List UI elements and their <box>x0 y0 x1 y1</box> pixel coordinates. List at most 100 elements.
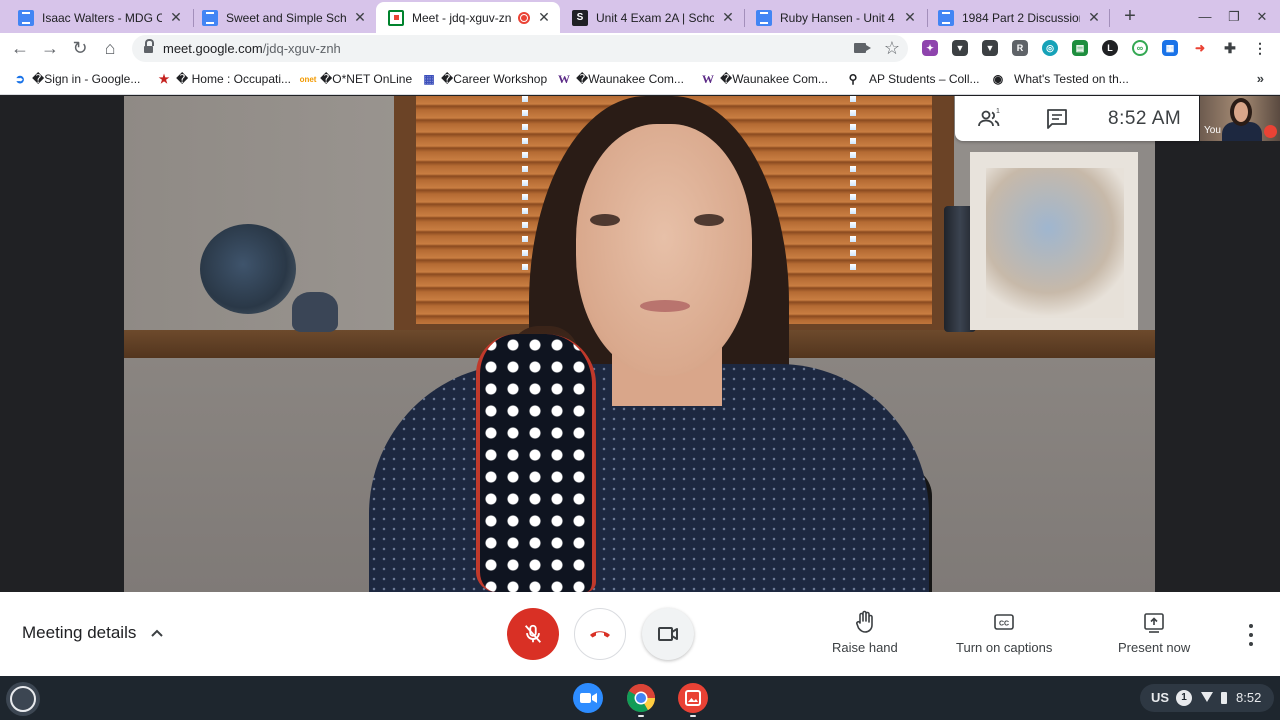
close-icon[interactable]: ✕ <box>352 9 368 26</box>
raise-hand-button[interactable]: Raise hand <box>832 610 898 662</box>
participant-video[interactable] <box>124 96 1155 592</box>
captions-icon: CC <box>994 614 1014 630</box>
back-icon[interactable]: ← <box>8 36 32 60</box>
bookmarks-overflow-button[interactable]: » <box>1257 71 1264 86</box>
bookmark-item[interactable]: ◉ What's Tested on th... <box>990 70 1129 88</box>
w-icon: W <box>558 71 570 86</box>
extension-globe-icon[interactable]: ◎ <box>1042 40 1058 56</box>
lock-icon <box>144 39 154 54</box>
tab-strip: Isaac Walters - MDG Outl ✕ Sweet and Sim… <box>0 0 1280 33</box>
close-icon[interactable]: ✕ <box>902 9 918 26</box>
bookmark-label: What's Tested on th... <box>1014 72 1129 86</box>
bookmark-item[interactable]: ⚲ AP Students – Coll... <box>845 70 980 88</box>
acorn-icon: ⚲ <box>848 72 858 86</box>
docs-icon <box>202 9 218 26</box>
self-view-label: You <box>1204 125 1221 136</box>
notification-count-badge: 1 <box>1176 690 1192 706</box>
present-now-button[interactable]: Present now <box>1118 610 1190 662</box>
mic-off-icon <box>524 624 542 643</box>
self-view-tile[interactable]: You <box>1200 96 1280 141</box>
extension-puzzle-purple-icon[interactable]: ✦ <box>922 40 938 56</box>
tab-isaac-walters[interactable]: Isaac Walters - MDG Outl ✕ <box>6 2 192 33</box>
bookmark-label: �Sign in - Google... <box>32 72 141 86</box>
tab-ruby-hansen[interactable]: Ruby Hansen - Unit 4 Ex ✕ <box>744 2 926 33</box>
video-person-eye <box>694 214 724 226</box>
meeting-details-button[interactable]: Meeting details <box>22 623 136 643</box>
extension-shield-2-icon[interactable]: ▼ <box>982 40 998 56</box>
video-camera-icon <box>658 627 678 641</box>
close-icon[interactable]: ✕ <box>168 9 184 26</box>
tab-1984-discussion[interactable]: 1984 Part 2 Discussion ✕ <box>926 2 1110 33</box>
video-person-scarf <box>476 334 596 592</box>
extension-cast-icon[interactable]: ▤ <box>1072 40 1088 56</box>
gallery-icon[interactable] <box>678 683 708 713</box>
forward-icon[interactable]: → <box>38 36 62 60</box>
status-tray[interactable]: US 1 8:52 <box>1140 684 1274 712</box>
tab-meet[interactable]: Meet - jdq-xguv-znh ✕ <box>376 2 560 33</box>
bookmark-label: �Waunakee Com... <box>576 72 684 86</box>
zoom-icon[interactable] <box>573 683 603 713</box>
bookmark-item[interactable]: ➲ �Sign in - Google... <box>12 70 140 88</box>
tab-unit4-exam[interactable]: S Unit 4 Exam 2A | School ✕ <box>560 2 744 33</box>
bookmark-item[interactable]: ▦ �Career Workshop <box>421 70 547 88</box>
video-light-streak <box>522 96 528 276</box>
running-indicator <box>690 715 696 717</box>
leave-call-button[interactable] <box>574 608 626 660</box>
bookmark-item[interactable]: ★ � Home : Occupati... <box>156 70 291 88</box>
close-icon[interactable]: ✕ <box>536 9 552 26</box>
restore-icon[interactable]: ❐ <box>1222 6 1246 28</box>
meeting-control-bar: Meeting details Raise hand CC Turn on ca… <box>0 592 1280 676</box>
extension-shield-icon[interactable]: ▼ <box>952 40 968 56</box>
extension-read-icon[interactable]: ▦ <box>1162 40 1178 56</box>
battery-icon <box>1221 692 1227 704</box>
captions-button[interactable]: CC Turn on captions <box>956 610 1052 662</box>
svg-text:CC: CC <box>999 621 1009 628</box>
tab-sweet-and-simple[interactable]: Sweet and Simple Schol ✕ <box>190 2 376 33</box>
new-tab-button[interactable]: + <box>1118 5 1142 29</box>
close-window-icon[interactable]: ✕ <box>1250 6 1274 28</box>
wifi-icon <box>1201 692 1213 702</box>
participants-icon[interactable]: 1 <box>977 107 1001 131</box>
bookmark-item[interactable]: W �Waunakee Com... <box>700 70 828 88</box>
video-poster-art <box>986 168 1124 318</box>
bookmark-item[interactable]: onet �O*NET OnLine <box>300 70 413 88</box>
extension-lp-icon[interactable]: L <box>1102 40 1118 56</box>
chat-icon[interactable] <box>1045 107 1069 131</box>
home-icon[interactable]: ⌂ <box>98 36 122 60</box>
captions-label: Turn on captions <box>956 640 1053 655</box>
camera-toggle-button[interactable] <box>642 608 694 660</box>
tab-divider <box>1109 9 1110 27</box>
bookmark-label: AP Students – Coll... <box>869 72 980 86</box>
microphone-toggle-button[interactable] <box>507 608 559 660</box>
bookmark-item[interactable]: W �Waunakee Com... <box>556 70 684 88</box>
w-icon: W <box>702 71 714 86</box>
bookmark-label: �Career Workshop <box>441 72 548 86</box>
tab-title: Sweet and Simple Schol <box>226 10 346 25</box>
extension-r-icon[interactable]: R <box>1012 40 1028 56</box>
more-options-icon[interactable] <box>1244 624 1258 646</box>
tab-title: Ruby Hansen - Unit 4 Ex <box>780 10 896 25</box>
video-light-streak <box>850 96 856 276</box>
close-icon[interactable]: ✕ <box>720 9 736 26</box>
video-decor-figurine <box>292 292 338 332</box>
minimize-icon[interactable]: — <box>1193 6 1217 28</box>
system-clock: 8:52 <box>1236 690 1262 705</box>
present-now-label: Present now <box>1118 640 1191 655</box>
self-mic-muted-icon <box>1264 125 1277 138</box>
extension-screencast-icon[interactable]: ➜ <box>1192 40 1208 56</box>
bookmark-star-icon[interactable]: ☆ <box>884 38 900 58</box>
close-icon[interactable]: ✕ <box>1086 9 1102 26</box>
video-person-lips <box>640 300 690 312</box>
calendar-icon: ▦ <box>423 72 435 86</box>
tab-title: Meet - jdq-xguv-znh <box>412 10 512 25</box>
extension-loop-icon[interactable]: ∞ <box>1132 40 1148 56</box>
browser-menu-icon[interactable]: ⋮ <box>1252 40 1268 56</box>
address-bar[interactable]: meet.google.com/jdq-xguv-znh ☆ <box>132 35 908 62</box>
reload-icon[interactable]: ↻ <box>68 36 92 60</box>
camera-in-use-icon[interactable] <box>854 43 871 53</box>
extensions-puzzle-icon[interactable]: ✚ <box>1222 40 1238 56</box>
bookmark-label: �O*NET OnLine <box>320 72 413 86</box>
video-decor-plate <box>200 224 296 314</box>
chevron-up-icon[interactable] <box>150 626 164 640</box>
chrome-icon[interactable] <box>626 683 656 713</box>
